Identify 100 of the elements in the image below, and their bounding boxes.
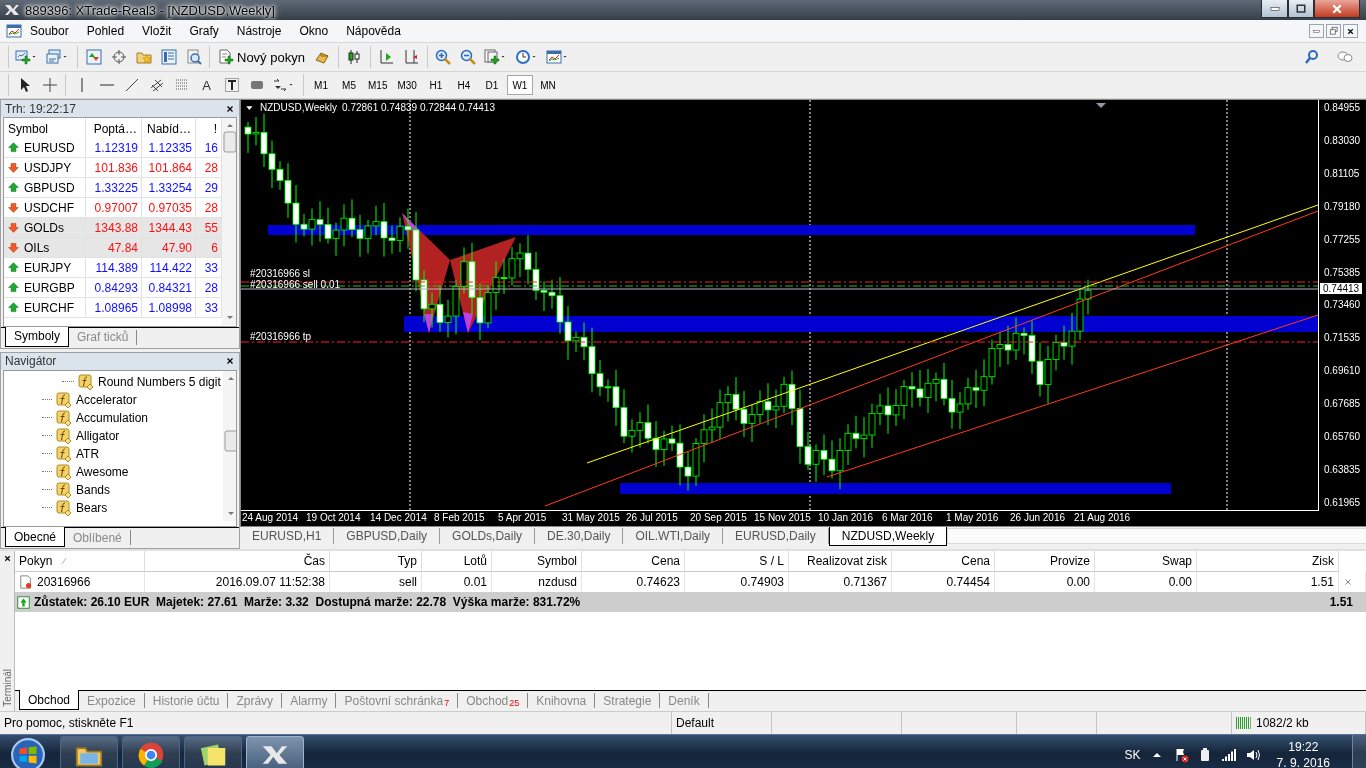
tester-icon bbox=[185, 49, 202, 65]
symbol-cell[interactable]: EURJPY bbox=[4, 258, 86, 278]
column-header[interactable]: Pokyn bbox=[15, 551, 145, 572]
timeframe-button[interactable]: M30 bbox=[393, 75, 421, 95]
timeframe-button[interactable]: H1 bbox=[422, 75, 449, 95]
column-header[interactable]: Čas bbox=[145, 551, 330, 572]
tree-item[interactable]: Bears bbox=[54, 499, 110, 516]
column-header[interactable]: Typ bbox=[330, 551, 422, 572]
taskbar-button[interactable] bbox=[122, 736, 180, 768]
timeframe-button[interactable]: W1 bbox=[506, 75, 533, 95]
close-button[interactable] bbox=[1314, 0, 1360, 18]
table-cell: 6 bbox=[196, 238, 222, 258]
date-tick: 5 Apr 2015 bbox=[498, 512, 547, 523]
symbol-cell[interactable]: USDCHF bbox=[4, 198, 86, 218]
column-header[interactable]: Symbol bbox=[492, 551, 582, 572]
table-cell: 1.12319 bbox=[86, 138, 142, 158]
text-tool-button[interactable]: A bbox=[195, 74, 218, 96]
window-title: 889396: XTrade-Real3 - [NZDUSD,Weekly] bbox=[25, 2, 275, 18]
menu-item[interactable]: Nástroje bbox=[228, 22, 290, 40]
table-cell: 1.33225 bbox=[86, 178, 142, 198]
menu-item[interactable]: Nápověda bbox=[338, 22, 409, 40]
tree-item[interactable]: Accumulation bbox=[54, 409, 151, 426]
ohlc-values: 0.72861 0.74839 0.72844 0.74413 bbox=[342, 102, 495, 113]
timeframe-button[interactable]: H4 bbox=[450, 75, 477, 95]
symbol-cell[interactable]: EURGBP bbox=[4, 278, 86, 298]
traffic-icon bbox=[1236, 715, 1252, 731]
count-label: 7 bbox=[444, 698, 450, 708]
chart-tab[interactable]: GBPUSD,Daily bbox=[334, 528, 441, 545]
tree-item[interactable]: ATR bbox=[54, 445, 102, 462]
panel-tab[interactable]: Symboly bbox=[5, 326, 69, 347]
column-header[interactable]: Cena bbox=[582, 551, 685, 572]
account-summary: Zůstatek: 26.10 EUR Majetek: 27.61 Marže: 3.32 Dostupná marže: 22.78 Výška marže: 831.72% bbox=[34, 595, 581, 609]
new-order-button[interactable]: Nový pokyn bbox=[214, 46, 309, 68]
timeframe-button[interactable]: D1 bbox=[478, 75, 505, 95]
tree-item[interactable]: Round Numbers 5 digit bbox=[76, 373, 223, 390]
close-button[interactable] bbox=[1343, 24, 1358, 38]
menu-item[interactable]: Okno bbox=[291, 22, 337, 40]
chart-tab[interactable]: NZDUSD,Weekly bbox=[828, 527, 948, 547]
column-header[interactable]: Realizovat zisk bbox=[789, 551, 892, 572]
channel-icon bbox=[148, 77, 165, 93]
chart-shift-marker[interactable] bbox=[1096, 103, 1106, 108]
column-header[interactable]: Provize bbox=[995, 551, 1095, 572]
table-cell: 28 bbox=[196, 198, 222, 218]
chart-tab[interactable]: EURUSD,Daily bbox=[723, 528, 829, 545]
symbol-cell[interactable]: GBPUSD bbox=[4, 178, 86, 198]
date-tick: 19 Oct 2014 bbox=[306, 512, 361, 523]
restore-button[interactable] bbox=[1326, 24, 1341, 38]
terminal-icon bbox=[160, 49, 177, 65]
taskbar-button[interactable] bbox=[184, 736, 242, 768]
menu-item[interactable]: Pohled bbox=[78, 22, 133, 40]
symbol-cell[interactable]: OILs bbox=[4, 238, 86, 258]
timeframe-button[interactable]: M1 bbox=[308, 75, 334, 95]
panel-tab[interactable]: Obecné bbox=[5, 527, 66, 547]
timeframe-button[interactable]: M15 bbox=[364, 75, 392, 95]
symbol-cell[interactable]: EURCHF bbox=[4, 298, 86, 318]
symbol-name: GBPUSD bbox=[24, 180, 75, 195]
show-desktop-button[interactable] bbox=[1352, 735, 1366, 768]
tree-item[interactable]: Alligator bbox=[54, 427, 122, 444]
symbol-name: OILs bbox=[24, 240, 50, 255]
clock-time[interactable]: 19:22 bbox=[1288, 739, 1319, 755]
symbol-cell[interactable]: GOLDs bbox=[4, 218, 86, 238]
price-chart[interactable] bbox=[240, 99, 1366, 528]
clock-date[interactable]: 7. 9. 2016 bbox=[1276, 755, 1330, 768]
date-tick: 31 May 2015 bbox=[562, 512, 620, 523]
chart-tab[interactable]: GOLDs,Daily bbox=[440, 528, 536, 545]
menu-item[interactable]: Vložit bbox=[134, 22, 180, 40]
minimize-button[interactable] bbox=[1261, 0, 1288, 18]
chart-tab[interactable]: DE.30,Daily bbox=[535, 528, 624, 545]
timeframe-button[interactable]: M5 bbox=[336, 75, 362, 95]
column-header[interactable]: Zisk bbox=[1197, 551, 1339, 572]
chart-symbol: NZDUSD,Weekly bbox=[260, 102, 338, 113]
chart-tab[interactable]: EURUSD,H1 bbox=[240, 528, 335, 545]
scrollbar[interactable] bbox=[222, 118, 236, 325]
symbol-cell[interactable]: EURUSD bbox=[4, 138, 86, 158]
tree-item[interactable]: Bands bbox=[54, 481, 113, 498]
symbol-cell[interactable]: USDJPY bbox=[4, 158, 86, 178]
taskbar-button[interactable] bbox=[60, 736, 118, 768]
table-cell: 28 bbox=[196, 278, 222, 298]
terminal-tab[interactable]: Poštovní schránka7 bbox=[336, 693, 459, 708]
search-icon bbox=[1303, 49, 1320, 65]
tree-item[interactable]: Accelerator bbox=[54, 391, 139, 408]
column-header[interactable]: S / L bbox=[685, 551, 789, 572]
menu-item[interactable]: Grafy bbox=[181, 22, 227, 40]
terminal-tab[interactable]: Obchod25 bbox=[458, 693, 529, 708]
terminal-tab[interactable]: Obchod bbox=[19, 690, 80, 710]
timeframe-button[interactable]: MN bbox=[534, 75, 561, 95]
column-header[interactable]: Swap bbox=[1095, 551, 1197, 572]
taskbar-button[interactable] bbox=[246, 736, 304, 768]
maximize-button[interactable] bbox=[1288, 0, 1314, 18]
column-header[interactable]: Cena bbox=[892, 551, 995, 572]
scrollbar[interactable] bbox=[222, 370, 236, 521]
language-indicator[interactable]: SK bbox=[1124, 748, 1141, 762]
column-header[interactable]: Lotů bbox=[422, 551, 492, 572]
menu-item[interactable]: Soubor bbox=[22, 22, 77, 40]
chart-tab[interactable]: OIL.WTI,Daily bbox=[623, 528, 724, 545]
symbol-name: USDCHF bbox=[24, 200, 74, 215]
signal-icon bbox=[1220, 747, 1237, 763]
tree-item[interactable]: Awesome bbox=[54, 463, 131, 480]
horizontal-line-icon bbox=[99, 84, 114, 86]
total-profit: 1.51 bbox=[1328, 594, 1354, 611]
